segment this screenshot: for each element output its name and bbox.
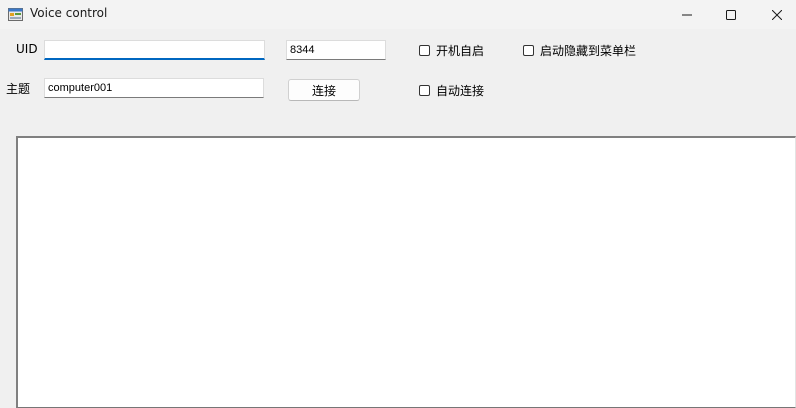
connect-button[interactable]: 连接 xyxy=(288,79,360,101)
hide-to-tray-checkbox[interactable]: 启动隐藏到菜单栏 xyxy=(523,42,636,59)
autostart-label: 开机自启 xyxy=(436,44,485,58)
window-title: Voice control xyxy=(30,6,108,20)
close-button[interactable] xyxy=(754,0,796,29)
maximize-button[interactable] xyxy=(708,0,754,29)
autostart-checkbox-box[interactable] xyxy=(419,45,430,56)
log-textarea[interactable] xyxy=(16,136,796,408)
autoconnect-label: 自动连接 xyxy=(436,84,485,98)
topic-input[interactable] xyxy=(44,78,264,98)
minimize-button[interactable] xyxy=(664,0,710,29)
maximize-icon xyxy=(726,9,736,20)
topic-label: 主题 xyxy=(6,82,31,96)
minimize-icon xyxy=(682,14,692,15)
uid-label: UID xyxy=(16,42,38,56)
autoconnect-checkbox-box[interactable] xyxy=(419,85,430,96)
hide-to-tray-label: 启动隐藏到菜单栏 xyxy=(540,44,637,58)
app-window: Voice control UID 开机自启 启动隐藏到菜单栏 主题 xyxy=(0,0,796,408)
port-input[interactable] xyxy=(286,40,386,60)
uid-input[interactable] xyxy=(44,40,265,60)
app-window-icon xyxy=(8,8,23,21)
hide-to-tray-checkbox-box[interactable] xyxy=(523,45,534,56)
autostart-checkbox[interactable]: 开机自启 xyxy=(419,42,484,59)
autoconnect-checkbox[interactable]: 自动连接 xyxy=(419,82,484,99)
close-icon xyxy=(772,9,782,20)
title-bar[interactable]: Voice control xyxy=(0,0,796,29)
